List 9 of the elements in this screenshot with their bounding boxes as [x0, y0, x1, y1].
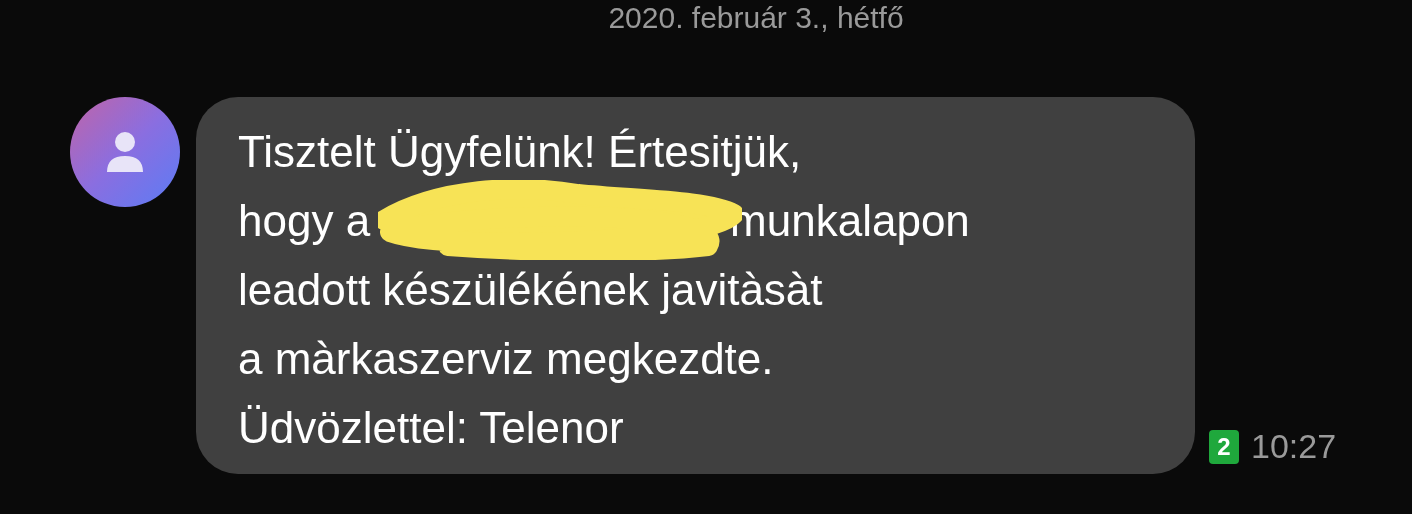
message-text: Tisztelt Ügyfelünk! Értesitjük, — [238, 126, 802, 177]
date-header: 2020. február 3., hétfő — [608, 0, 904, 36]
sim-badge: 2 — [1209, 429, 1239, 464]
message-text: munkalapon — [730, 195, 970, 246]
message-text: hogy a — [238, 195, 371, 246]
message-text: a màrkaszerviz megkezdte. — [238, 333, 774, 384]
message-text: leadott készülékének javitàsàt — [238, 264, 823, 315]
message-text: Üdvözlettel: Telenor — [238, 402, 624, 453]
message-time: 10:27 — [1251, 427, 1337, 466]
